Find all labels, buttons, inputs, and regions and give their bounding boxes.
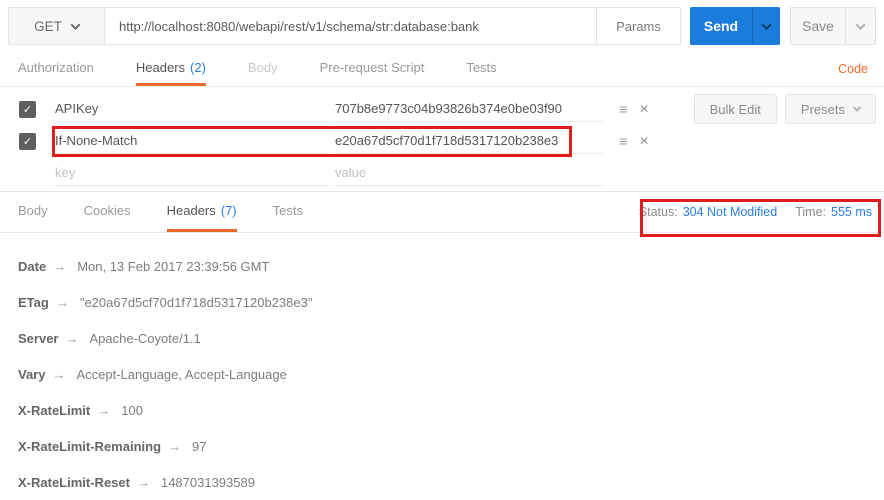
save-split-button: Save — [790, 7, 876, 45]
row-actions: ≡ ✕ — [619, 101, 649, 117]
checkbox-checked[interactable]: ✓ — [19, 133, 36, 150]
url-input[interactable]: http://localhost:8080/webapi/rest/v1/sch… — [105, 8, 596, 44]
tab-response-headers[interactable]: Headers (7) — [167, 192, 237, 232]
send-dropdown[interactable] — [752, 7, 780, 45]
url-group: GET http://localhost:8080/webapi/rest/v1… — [8, 7, 681, 45]
send-button[interactable]: Send — [690, 7, 752, 45]
bulk-edit-button[interactable]: Bulk Edit — [694, 94, 777, 124]
arrow-icon: → — [168, 439, 181, 454]
response-tabs: Body Cookies Headers (7) Tests Status: 3… — [0, 192, 884, 233]
chevron-down-icon — [762, 20, 772, 30]
checkbox-checked[interactable]: ✓ — [19, 101, 36, 118]
status-badge: Status: 304 Not Modified — [639, 205, 777, 219]
tab-pre-request-script[interactable]: Pre-request Script — [320, 51, 425, 86]
new-value-input[interactable] — [335, 160, 603, 186]
check-icon: ✓ — [23, 135, 32, 148]
arrow-icon: → — [56, 295, 69, 310]
new-header-row — [0, 157, 884, 189]
request-bar: GET http://localhost:8080/webapi/rest/v1… — [0, 0, 884, 51]
request-tabs: Authorization Headers (2) Body Pre-reque… — [0, 51, 884, 87]
headers-count-badge: (7) — [221, 203, 237, 218]
tab-headers[interactable]: Headers (2) — [136, 51, 206, 86]
row-actions: ≡ ✕ — [619, 133, 649, 149]
method-dropdown[interactable]: GET — [9, 8, 105, 44]
response-header-row: Vary → Accept-Language, Accept-Language — [18, 356, 884, 392]
chevron-down-icon — [853, 103, 861, 111]
tab-authorization[interactable]: Authorization — [18, 51, 94, 86]
response-header-row: Date → Mon, 13 Feb 2017 23:39:56 GMT — [18, 248, 884, 284]
tab-body[interactable]: Body — [248, 51, 278, 86]
arrow-icon: → — [137, 475, 150, 490]
header-row: ✓ If-None-Match e20a67d5cf70d1f718d53171… — [0, 125, 884, 157]
tab-response-body[interactable]: Body — [18, 192, 48, 232]
time-badge: Time: 555 ms — [795, 205, 872, 219]
code-link[interactable]: Code — [838, 51, 868, 86]
tab-response-cookies[interactable]: Cookies — [84, 192, 131, 232]
chevron-down-icon — [856, 20, 866, 30]
url-text: http://localhost:8080/webapi/rest/v1/sch… — [119, 19, 479, 34]
drag-handle-icon[interactable]: ≡ — [619, 101, 627, 117]
header-key-field[interactable]: If-None-Match — [55, 128, 327, 154]
arrow-icon: → — [52, 367, 65, 382]
save-dropdown[interactable] — [845, 8, 875, 44]
presets-dropdown[interactable]: Presets — [785, 94, 876, 124]
response-headers-list: Date → Mon, 13 Feb 2017 23:39:56 GMT ETa… — [0, 233, 884, 500]
chevron-down-icon — [70, 20, 80, 30]
time-value: 555 ms — [831, 205, 872, 219]
arrow-icon: → — [97, 403, 110, 418]
check-icon: ✓ — [23, 103, 32, 116]
response-header-row: X-RateLimit-Remaining → 97 — [18, 428, 884, 464]
new-key-input[interactable] — [55, 160, 327, 186]
method-label: GET — [34, 19, 62, 34]
headers-editor: ✓ APIKey 707b8e9773c04b93826b374e0be03f9… — [0, 87, 884, 191]
arrow-icon: → — [65, 331, 78, 346]
response-status-area: Status: 304 Not Modified Time: 555 ms — [639, 192, 872, 232]
tab-tests[interactable]: Tests — [466, 51, 496, 86]
header-value-field[interactable]: 707b8e9773c04b93826b374e0be03f90 — [335, 96, 603, 122]
save-button[interactable]: Save — [791, 8, 845, 44]
delete-row-icon[interactable]: ✕ — [639, 102, 649, 116]
header-key-field[interactable]: APIKey — [55, 96, 327, 122]
delete-row-icon[interactable]: ✕ — [639, 134, 649, 148]
drag-handle-icon[interactable]: ≡ — [619, 133, 627, 149]
headers-count-badge: (2) — [190, 60, 206, 75]
send-split-button: Send — [690, 7, 780, 45]
response-header-row: Server → Apache-Coyote/1.1 — [18, 320, 884, 356]
response-header-row: ETag → "e20a67d5cf70d1f718d5317120b238e3… — [18, 284, 884, 320]
arrow-icon: → — [53, 259, 66, 274]
params-button[interactable]: Params — [596, 8, 680, 44]
editor-buttons: Bulk Edit Presets — [694, 94, 876, 124]
header-value-field[interactable]: e20a67d5cf70d1f718d5317120b238e3 — [335, 128, 603, 154]
response-header-row: X-RateLimit → 100 — [18, 392, 884, 428]
tab-response-tests[interactable]: Tests — [273, 192, 303, 232]
status-value: 304 Not Modified — [683, 205, 778, 219]
